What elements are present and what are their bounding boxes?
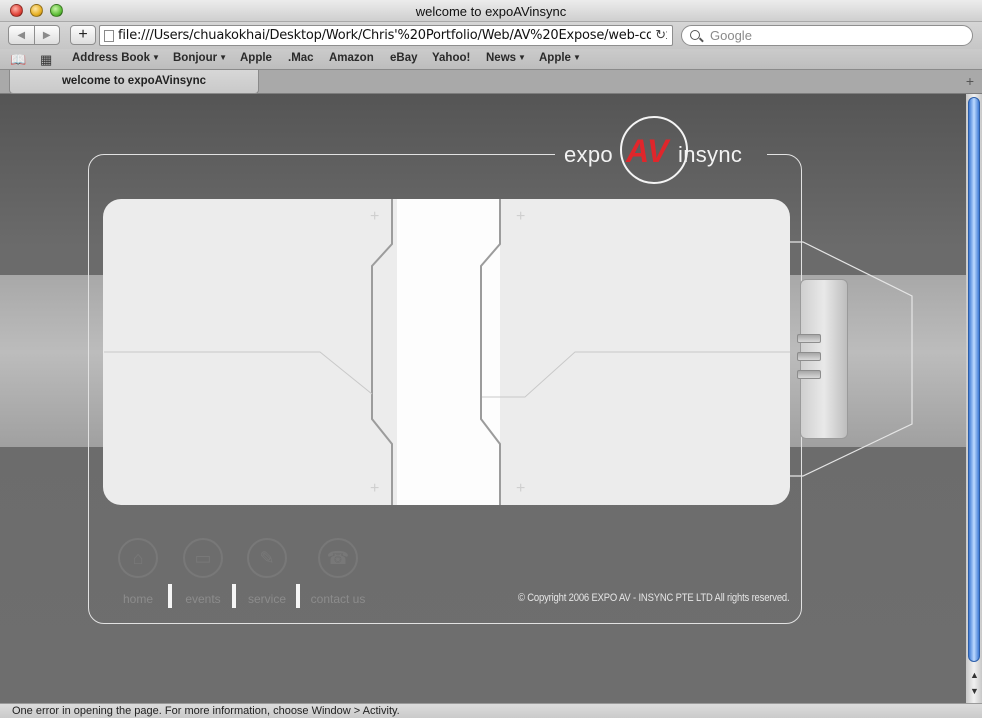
browser-toolbar: ◀ ▶ + file:///Users/chuakokhai/Desktop/W… [0,22,982,49]
bookmark-apple-menu[interactable]: Apple ▼ [539,52,581,64]
book-icon[interactable]: 📖 [10,52,26,68]
forward-button[interactable]: ▶ [33,26,60,44]
telephone-icon: ☎ [318,538,358,578]
page-content: expo AV insync + + + + ⌂ home ▭ events ✎… [0,94,966,703]
nav-divider [168,584,172,608]
vertical-scrollbar[interactable]: ▲ ▼ [966,94,982,703]
window-titlebar: welcome to expoAVinsync [0,0,982,22]
bookmark-yahoo[interactable]: Yahoo! [432,52,470,64]
bookmark-address-book[interactable]: Address Book ▼ [72,52,160,64]
right-panel-line [482,351,790,398]
dock-slot [797,352,821,361]
window-title: welcome to expoAVinsync [415,4,567,19]
grid-icon[interactable]: ▦ [40,52,52,68]
bookmark-news[interactable]: News ▼ [486,52,526,64]
right-panel-notch [480,199,501,505]
plus-mark: + [370,208,380,225]
nav-service[interactable]: ✎ service [237,538,297,606]
bookmarks-bar: 📖 ▦ Address Book ▼ Bonjour ▼ Apple .Mac Am… [0,49,982,69]
bookmark-ebay[interactable]: eBay [390,52,418,64]
nav-divider [296,584,300,608]
chevron-down-icon: ▼ [219,53,227,62]
reload-icon[interactable]: ↻ [651,28,666,43]
dock-slot [797,370,821,379]
bookmark-bonjour[interactable]: Bonjour ▼ [173,52,227,64]
address-field[interactable]: file:///Users/chuakokhai/Desktop/Work/Ch… [99,25,673,46]
clipboard-icon: ✎ [247,538,287,578]
dock-slot [797,334,821,343]
plus-mark: + [370,480,380,497]
tab-welcome[interactable]: welcome to expoAVinsync [9,70,259,94]
bookmark-apple[interactable]: Apple [240,52,272,64]
search-placeholder: Google [710,28,752,43]
tab-bar: welcome to expoAVinsync + [0,69,982,94]
new-tab-icon[interactable]: + [966,73,974,89]
nav-contact-us[interactable]: ☎ contact us [301,538,375,606]
chevron-down-icon: ▼ [518,53,526,62]
nav-events[interactable]: ▭ events [173,538,233,606]
nav-contact-us-label: contact us [310,592,366,606]
plus-mark: + [516,480,526,497]
nav-service-label: service [247,592,286,606]
home-icon: ⌂ [118,538,158,578]
left-panel-line [104,351,373,395]
copyright-text: © Copyright 2006 EXPO AV - INSYNC PTE LT… [518,592,790,604]
chevron-down-icon: ▼ [572,53,581,62]
scroll-up-arrow[interactable]: ▲ [970,670,979,680]
back-button[interactable]: ◀ [9,26,34,44]
chevron-down-icon: ▼ [151,53,160,62]
nav-divider [232,584,236,608]
search-icon [690,30,700,40]
left-panel-notch [371,199,393,505]
dock-plug [797,279,848,439]
page-icon [104,30,114,42]
history-nav: ◀ ▶ [8,25,60,45]
scroll-thumb[interactable] [968,97,980,662]
nav-home[interactable]: ⌂ home [108,538,168,606]
folder-icon: ▭ [183,538,223,578]
nav-events-label: events [185,592,221,606]
bookmark-amazon[interactable]: Amazon [329,52,374,64]
nav-home-label: home [122,592,154,606]
status-bar: One error in opening the page. For more … [0,703,982,718]
search-field[interactable]: Google [681,25,973,46]
bookmark-mac[interactable]: .Mac [288,52,314,64]
plus-mark: + [516,208,526,225]
address-text: file:///Users/chuakokhai/Desktop/Work/Ch… [118,28,667,43]
add-bookmark-button[interactable]: + [70,25,96,45]
scroll-down-arrow[interactable]: ▼ [970,686,979,696]
